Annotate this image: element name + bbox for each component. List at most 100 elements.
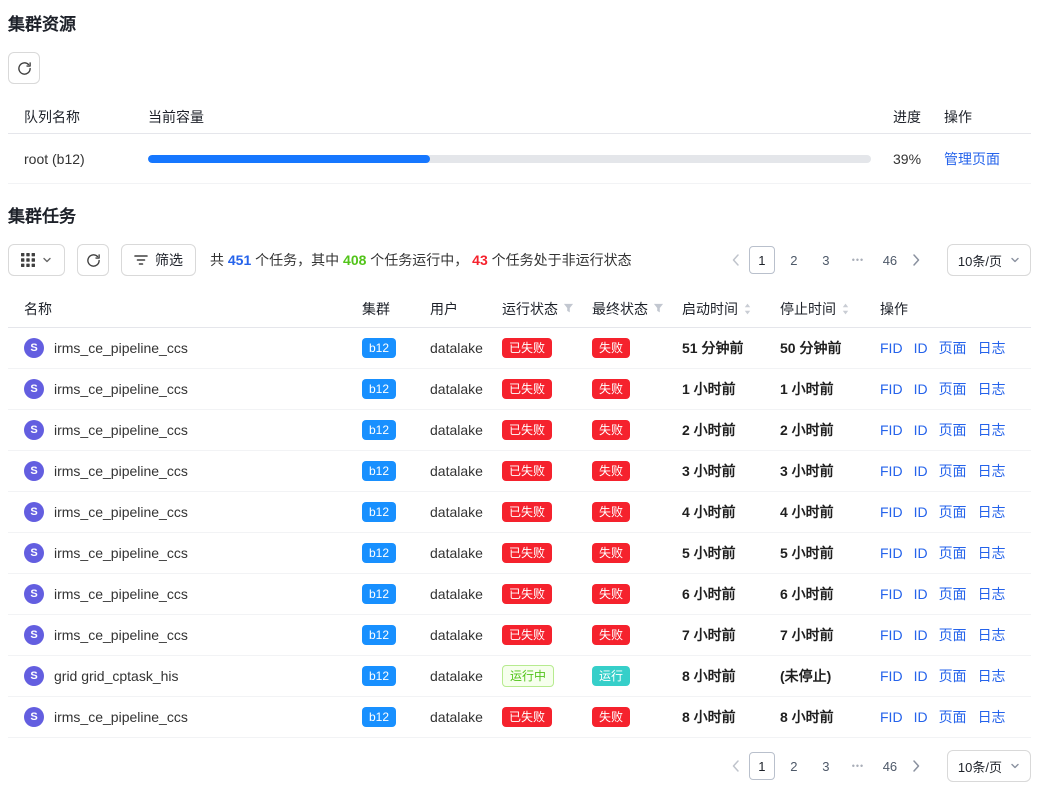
log-link[interactable]: 日志 <box>978 543 1006 563</box>
tasks-refresh-button[interactable] <box>77 244 109 276</box>
log-link[interactable]: 日志 <box>978 666 1006 686</box>
fid-link[interactable]: FID <box>880 340 903 356</box>
page-link[interactable]: 页面 <box>939 707 967 727</box>
next-page-button[interactable] <box>903 246 929 274</box>
run-status-badge: 已失败 <box>502 543 552 563</box>
page-number[interactable]: 3 <box>813 752 839 780</box>
progress-bar-fill <box>148 155 430 163</box>
fid-link[interactable]: FID <box>880 627 903 643</box>
cluster-badge: b12 <box>362 666 396 686</box>
fid-link[interactable]: FID <box>880 545 903 561</box>
log-link[interactable]: 日志 <box>978 379 1006 399</box>
id-link[interactable]: ID <box>914 422 928 438</box>
summary-text: 个任务运行中， <box>366 252 472 268</box>
avatar: S <box>24 625 44 645</box>
stop-time: (未停止) <box>780 666 880 686</box>
fid-link[interactable]: FID <box>880 709 903 725</box>
prev-page-button[interactable] <box>723 752 749 780</box>
page-size-value: 10条/页 <box>958 757 1002 776</box>
page-number[interactable]: ••• <box>845 246 871 274</box>
page-link[interactable]: 页面 <box>939 338 967 358</box>
id-link[interactable]: ID <box>914 381 928 397</box>
final-status-badge: 失败 <box>592 543 630 563</box>
start-time: 8 小时前 <box>682 707 780 727</box>
id-link[interactable]: ID <box>914 340 928 356</box>
id-link[interactable]: ID <box>914 709 928 725</box>
next-page-button[interactable] <box>903 752 929 780</box>
col-run-status: 运行状态 <box>502 299 592 319</box>
page-link[interactable]: 页面 <box>939 625 967 645</box>
table-row: S irms_ce_pipeline_ccs b12 datalake 已失败 … <box>8 697 1031 738</box>
log-link[interactable]: 日志 <box>978 625 1006 645</box>
manage-page-link[interactable]: 管理页面 <box>944 151 1000 167</box>
page-link[interactable]: 页面 <box>939 543 967 563</box>
page-link[interactable]: 页面 <box>939 379 967 399</box>
resources-refresh-button[interactable] <box>8 52 40 84</box>
page-number[interactable]: 46 <box>877 752 903 780</box>
user-name: datalake <box>430 709 483 725</box>
chevron-down-icon <box>42 255 52 265</box>
page-size-select[interactable]: 10条/页 <box>947 244 1031 276</box>
start-time: 6 小时前 <box>682 584 780 604</box>
page-number[interactable]: 2 <box>781 752 807 780</box>
id-link[interactable]: ID <box>914 504 928 520</box>
task-name: irms_ce_pipeline_ccs <box>54 709 188 725</box>
pager: 1 2 3 ••• 46 <box>723 752 929 780</box>
user-name: datalake <box>430 422 483 438</box>
log-link[interactable]: 日志 <box>978 502 1006 522</box>
fid-link[interactable]: FID <box>880 463 903 479</box>
filter-button[interactable]: 筛选 <box>121 244 196 276</box>
log-link[interactable]: 日志 <box>978 420 1006 440</box>
funnel-filter-icon[interactable] <box>653 303 664 314</box>
log-link[interactable]: 日志 <box>978 584 1006 604</box>
page-link[interactable]: 页面 <box>939 461 967 481</box>
col-stop-time: 停止时间 <box>780 299 880 319</box>
col-run-status-label: 运行状态 <box>502 299 558 319</box>
page-number[interactable]: 1 <box>749 752 775 780</box>
id-link[interactable]: ID <box>914 463 928 479</box>
total-tasks-count: 451 <box>228 252 251 268</box>
table-row: S irms_ce_pipeline_ccs b12 datalake 已失败 … <box>8 369 1031 410</box>
run-status-badge: 已失败 <box>502 707 552 727</box>
sort-icon[interactable] <box>841 302 850 316</box>
table-row: S irms_ce_pipeline_ccs b12 datalake 已失败 … <box>8 574 1031 615</box>
page-link[interactable]: 页面 <box>939 502 967 522</box>
funnel-filter-icon[interactable] <box>563 303 574 314</box>
fid-link[interactable]: FID <box>880 668 903 684</box>
avatar: S <box>24 584 44 604</box>
page-number[interactable]: 46 <box>877 246 903 274</box>
column-settings-button[interactable] <box>8 244 65 276</box>
stop-time: 6 小时前 <box>780 584 880 604</box>
page-size-select[interactable]: 10条/页 <box>947 750 1031 782</box>
avatar: S <box>24 707 44 727</box>
summary-text: 个任务处于非运行状态 <box>488 252 632 268</box>
id-link[interactable]: ID <box>914 668 928 684</box>
id-link[interactable]: ID <box>914 627 928 643</box>
fid-link[interactable]: FID <box>880 422 903 438</box>
page-number[interactable]: 2 <box>781 246 807 274</box>
page-size-value: 10条/页 <box>958 251 1002 270</box>
log-link[interactable]: 日志 <box>978 707 1006 727</box>
run-status-badge: 已失败 <box>502 379 552 399</box>
log-link[interactable]: 日志 <box>978 461 1006 481</box>
id-link[interactable]: ID <box>914 545 928 561</box>
task-name: irms_ce_pipeline_ccs <box>54 340 188 356</box>
page-number[interactable]: ••• <box>845 752 871 780</box>
log-link[interactable]: 日志 <box>978 338 1006 358</box>
page-link[interactable]: 页面 <box>939 666 967 686</box>
fid-link[interactable]: FID <box>880 381 903 397</box>
page-link[interactable]: 页面 <box>939 420 967 440</box>
prev-page-button[interactable] <box>723 246 749 274</box>
sort-icon[interactable] <box>743 302 752 316</box>
fid-link[interactable]: FID <box>880 504 903 520</box>
fid-link[interactable]: FID <box>880 586 903 602</box>
table-row: S irms_ce_pipeline_ccs b12 datalake 已失败 … <box>8 615 1031 656</box>
id-link[interactable]: ID <box>914 586 928 602</box>
final-status-badge: 失败 <box>592 502 630 522</box>
page-link[interactable]: 页面 <box>939 584 967 604</box>
page-number[interactable]: 3 <box>813 246 839 274</box>
task-name: irms_ce_pipeline_ccs <box>54 586 188 602</box>
col-stop-time-label: 停止时间 <box>780 299 836 319</box>
page-number[interactable]: 1 <box>749 246 775 274</box>
avatar: S <box>24 420 44 440</box>
